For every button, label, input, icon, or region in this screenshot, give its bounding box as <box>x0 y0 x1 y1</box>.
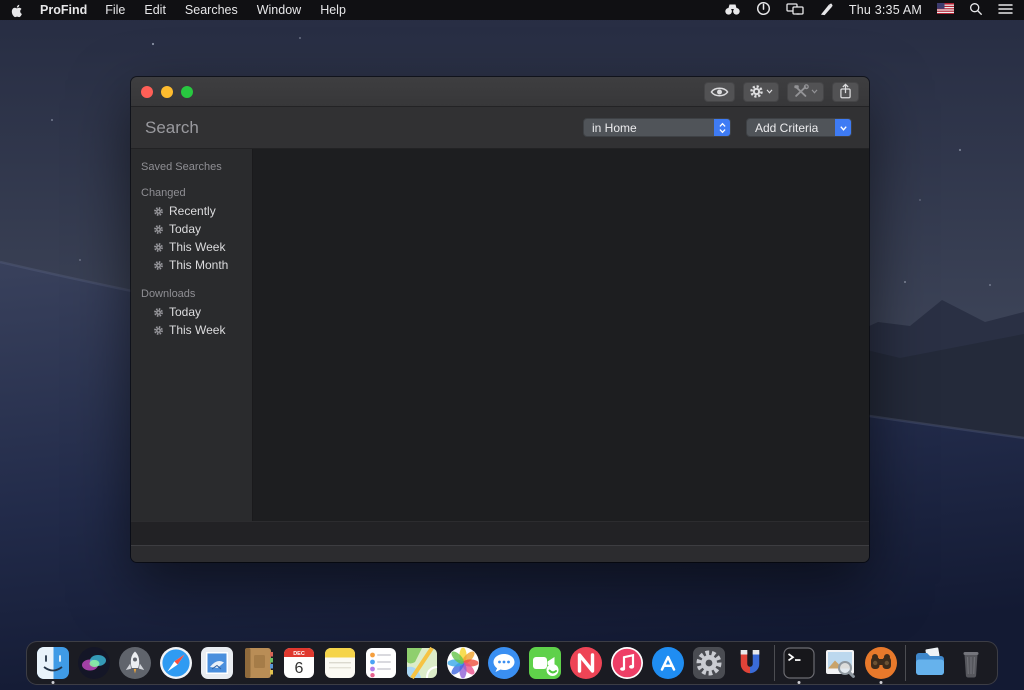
sidebar-item-this-month[interactable]: This Month <box>131 256 252 274</box>
dock-item-system-preferences[interactable] <box>692 646 726 680</box>
displays-icon[interactable] <box>786 2 804 19</box>
input-source-flag-icon[interactable] <box>937 3 954 17</box>
dock-item-calendar[interactable]: DEC 6 <box>282 646 316 680</box>
menu-searches[interactable]: Searches <box>185 3 238 17</box>
stylus-icon[interactable] <box>819 2 834 19</box>
menu-bar: ProFind File Edit Searches Window Help Thu 3… <box>0 0 1024 20</box>
dock-item-maps[interactable] <box>405 646 439 680</box>
tools-button[interactable] <box>787 82 824 102</box>
svg-text:6: 6 <box>295 660 304 677</box>
close-button[interactable] <box>141 86 153 98</box>
apple-menu-icon[interactable] <box>11 3 24 18</box>
svg-text:DEC: DEC <box>293 651 305 657</box>
results-footer <box>131 521 869 545</box>
gear-icon <box>153 325 164 336</box>
gear-icon <box>153 260 164 271</box>
dock-separator <box>905 645 906 681</box>
sidebar-item-this-week[interactable]: This Week <box>131 238 252 256</box>
power-circle-icon[interactable] <box>756 1 771 19</box>
menu-bar-menus: File Edit Searches Window Help <box>105 3 346 17</box>
sidebar-item-label: This Month <box>169 258 228 272</box>
dock-item-siri[interactable] <box>77 646 111 680</box>
gear-icon <box>153 242 164 253</box>
add-criteria-label: Add Criteria <box>747 121 835 135</box>
sidebar-item-today[interactable]: Today <box>131 220 252 238</box>
dock-item-app-store[interactable] <box>651 646 685 680</box>
zoom-button[interactable] <box>181 86 193 98</box>
dock-item-notes[interactable] <box>323 646 357 680</box>
action-gear-button[interactable] <box>743 82 779 102</box>
results-area[interactable] <box>253 149 869 521</box>
profind-window: Search in Home Add Criteria <box>131 77 869 562</box>
minimize-button[interactable] <box>161 86 173 98</box>
sidebar-item-label: This Week <box>169 240 225 254</box>
sidebar-section-downloads: Downloads <box>131 274 252 303</box>
active-app-name[interactable]: ProFind <box>40 3 87 17</box>
dock-item-messages[interactable] <box>487 646 521 680</box>
menu-edit[interactable]: Edit <box>144 3 166 17</box>
dock-item-facetime[interactable] <box>528 646 562 680</box>
menu-window[interactable]: Window <box>257 3 301 17</box>
page-title: Search <box>145 118 199 138</box>
add-criteria-button[interactable]: Add Criteria <box>746 118 852 137</box>
dock: DEC 6 <box>26 641 998 685</box>
chevron-down-icon <box>811 89 818 94</box>
sidebar-section-changed: Changed <box>131 173 252 202</box>
window-controls <box>141 86 193 98</box>
status-icons <box>724 1 834 19</box>
dock-item-terminal[interactable] <box>782 646 816 680</box>
binoculars-icon[interactable] <box>724 2 741 19</box>
dock-item-reminders[interactable] <box>364 646 398 680</box>
dock-item-safari[interactable] <box>159 646 193 680</box>
window-toolbar <box>704 82 859 102</box>
chevron-down-icon <box>835 119 851 136</box>
preview-eye-button[interactable] <box>704 82 735 102</box>
gear-icon <box>153 307 164 318</box>
dock-item-mail[interactable] <box>200 646 234 680</box>
dock-item-magnet[interactable] <box>733 646 767 680</box>
sidebar-item-this-week[interactable]: This Week <box>131 321 252 339</box>
saved-searches-sidebar: Saved Searches Changed Recently Today This … <box>131 149 253 521</box>
menu-bar-clock[interactable]: Thu 3:35 AM <box>849 3 922 17</box>
scope-popup-value: in Home <box>584 121 714 135</box>
dock-item-trash[interactable] <box>954 646 988 680</box>
sidebar-item-label: Today <box>169 222 201 236</box>
dock-item-preview[interactable] <box>823 646 857 680</box>
menu-file[interactable]: File <box>105 3 125 17</box>
dock-item-photos[interactable] <box>446 646 480 680</box>
dock-item-finder[interactable] <box>36 646 70 680</box>
sidebar-item-recently[interactable]: Recently <box>131 202 252 220</box>
notification-center-icon[interactable] <box>998 3 1013 18</box>
sidebar-title: Saved Searches <box>131 155 252 173</box>
scope-popup-button[interactable]: in Home <box>583 118 731 137</box>
gear-icon <box>153 206 164 217</box>
sidebar-item-label: Recently <box>169 204 216 218</box>
sidebar-item-label: Today <box>169 305 201 319</box>
sidebar-item-label: This Week <box>169 323 225 337</box>
menu-help[interactable]: Help <box>320 3 346 17</box>
window-titlebar[interactable] <box>131 77 869 107</box>
dock-item-news[interactable] <box>569 646 603 680</box>
dock-item-launchpad[interactable] <box>118 646 152 680</box>
dock-item-downloads[interactable] <box>913 646 947 680</box>
dock-item-profind[interactable] <box>864 646 898 680</box>
chevron-down-icon <box>766 89 773 94</box>
status-bar <box>131 545 869 562</box>
popup-stepper-icon <box>714 119 730 136</box>
dock-separator <box>774 645 775 681</box>
search-header-row: Search in Home Add Criteria <box>131 107 869 149</box>
dock-item-contacts[interactable] <box>241 646 275 680</box>
share-button[interactable] <box>832 82 859 102</box>
spotlight-search-icon[interactable] <box>969 2 983 19</box>
gear-icon <box>153 224 164 235</box>
dock-item-itunes[interactable] <box>610 646 644 680</box>
sidebar-item-today[interactable]: Today <box>131 303 252 321</box>
